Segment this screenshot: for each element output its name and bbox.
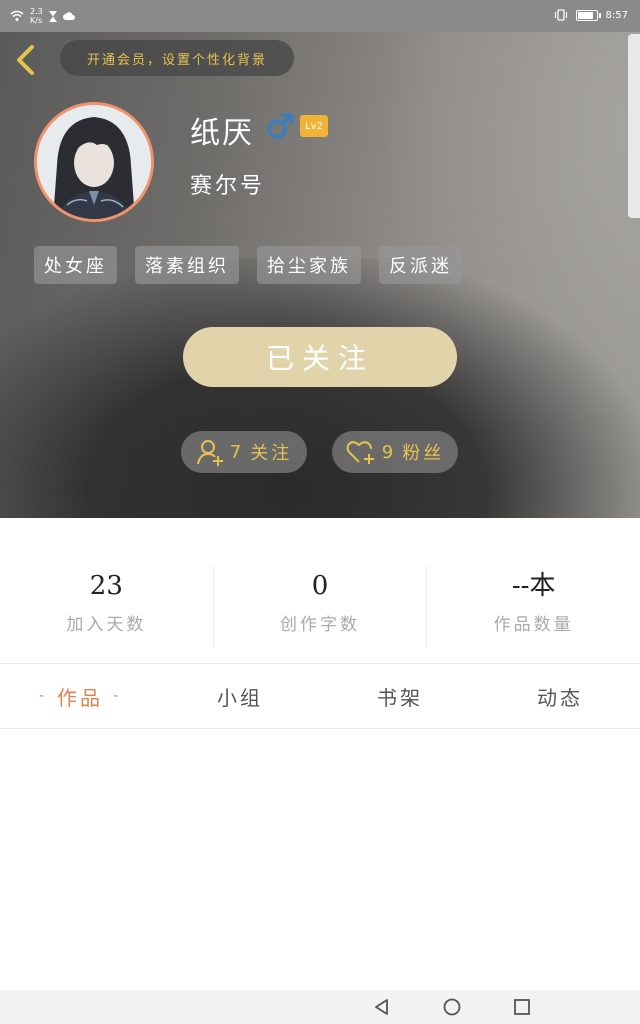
add-user-icon: [196, 440, 223, 466]
vibrate-icon: [554, 9, 567, 21]
header-background-shade: [0, 258, 640, 518]
stat-label: 创作字数: [280, 615, 360, 635]
male-icon: [267, 113, 293, 139]
tag-item[interactable]: 拾尘家族: [257, 246, 361, 284]
stat-value: 0: [311, 571, 329, 601]
fans-label: 粉丝: [402, 443, 445, 464]
tab-label: 书架: [377, 685, 423, 710]
avatar[interactable]: [34, 102, 154, 222]
following-button[interactable]: 7 关注: [181, 431, 307, 473]
tab-label: 动态: [537, 685, 583, 710]
vip-banner-label: 开通会员，设置个性化背景: [86, 52, 267, 68]
wifi-icon: [10, 10, 24, 21]
profile-stats: 23 加入天数 0 创作字数 --本 作品数量: [0, 566, 640, 646]
network-speed-value: 2.3: [30, 7, 43, 16]
hourglass-icon: [48, 10, 57, 22]
status-left: 2.3 K/s: [10, 7, 75, 25]
tag-item[interactable]: 反派迷: [379, 246, 462, 284]
triangle-back-icon[interactable]: [372, 997, 392, 1017]
fans-button[interactable]: 9 粉丝: [332, 431, 458, 473]
status-right: 8:57: [554, 9, 628, 21]
following-label: 关注: [250, 443, 293, 464]
divider: [0, 728, 640, 729]
tab-label: 作品: [57, 685, 103, 710]
tag-item[interactable]: 处女座: [34, 246, 117, 284]
avatar-image: [37, 105, 151, 219]
network-speed: 2.3 K/s: [30, 7, 43, 25]
tab-bookshelf[interactable]: 书架: [350, 665, 450, 727]
network-speed-unit: K/s: [30, 16, 43, 25]
stat-join-days: 23 加入天数: [0, 566, 214, 646]
divider: [0, 663, 640, 664]
following-count: 7: [229, 441, 245, 463]
clock: 8:57: [605, 9, 628, 21]
follow-button[interactable]: 已关注: [183, 327, 457, 387]
fans-count: 9: [381, 441, 397, 463]
chevron-left-icon: [17, 45, 34, 75]
tab-groups[interactable]: 小组: [190, 665, 290, 727]
tab-label: 小组: [217, 685, 263, 710]
stat-works-count: --本 作品数量: [427, 566, 640, 646]
stat-value: 23: [89, 571, 123, 601]
status-bar: 2.3 K/s 8:57: [0, 0, 640, 32]
stat-value: --本: [511, 571, 556, 601]
tab-works[interactable]: - 作品 -: [20, 665, 140, 727]
tag-item[interactable]: 落素组织: [135, 246, 239, 284]
scrollbar-thumb[interactable]: [628, 34, 640, 218]
vip-background-banner[interactable]: 开通会员，设置个性化背景: [60, 40, 294, 76]
stat-label: 加入天数: [66, 615, 147, 635]
back-button[interactable]: [12, 44, 40, 76]
seer-label: 赛尔号: [190, 174, 266, 199]
add-heart-icon: [346, 441, 374, 464]
cloud-icon: [62, 12, 75, 20]
tag-list: 处女座 落素组织 拾尘家族 反派迷: [34, 246, 480, 284]
system-nav-bar: [0, 990, 640, 1024]
battery-icon: [575, 9, 601, 21]
stat-label: 作品数量: [493, 615, 574, 635]
stat-word-count: 0 创作字数: [214, 566, 428, 646]
tab-activity[interactable]: 动态: [510, 665, 610, 727]
square-recent-icon[interactable]: [512, 997, 532, 1017]
level-badge: Lv2: [300, 115, 328, 137]
battery-level: [577, 11, 593, 19]
circle-home-icon[interactable]: [442, 997, 462, 1017]
profile-tabs: - 作品 - 小组 书架 动态: [0, 665, 640, 727]
username: 纸厌: [190, 116, 254, 151]
